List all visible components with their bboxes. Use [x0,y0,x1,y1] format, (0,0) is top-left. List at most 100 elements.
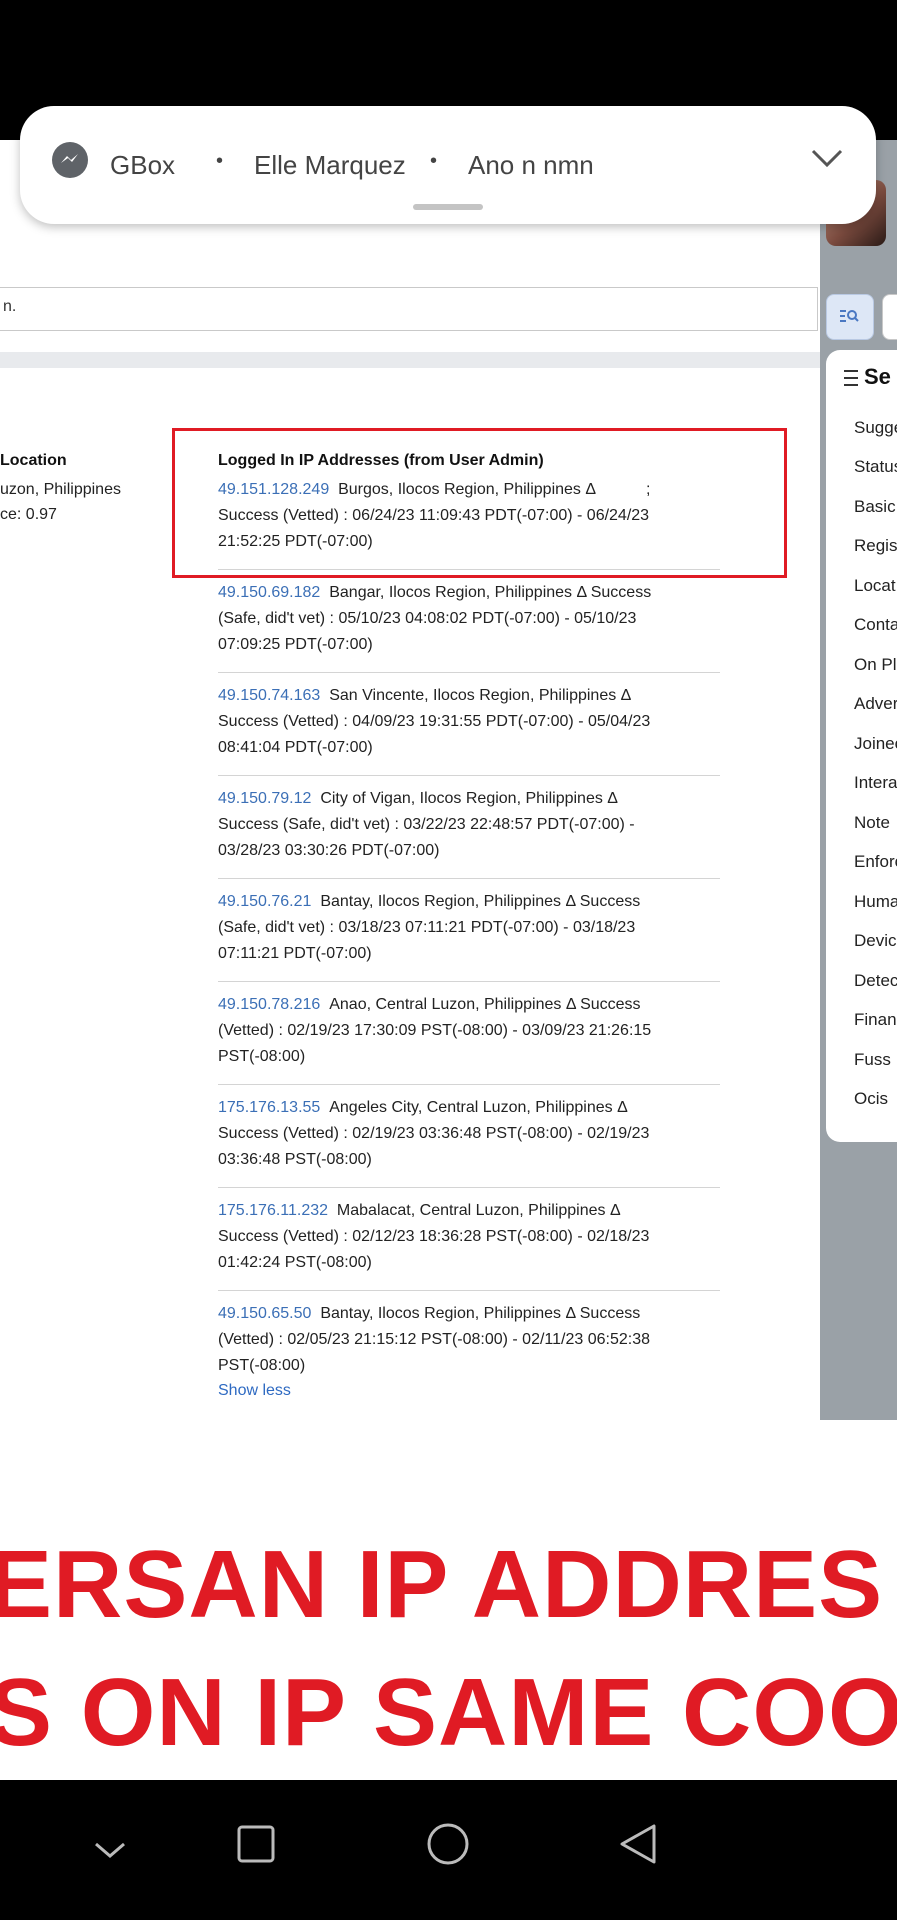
recents-icon[interactable] [236,1824,276,1864]
ip-status: Success (Safe, did't vet) : 03/22/23 22:… [218,816,635,833]
ip-location: San Vincente, Ilocos Region, Philippines… [329,687,632,704]
separator-dot: • [430,150,438,172]
divider [218,878,720,879]
ip-location: Bantay, Ilocos Region, Philippines Δ Suc… [320,1305,641,1322]
ip-entry: 175.176.11.232 Mabalacat, Central Luzon,… [218,1198,720,1276]
ip-link[interactable]: 49.150.79.12 [218,790,311,807]
secondary-tool-button[interactable] [882,294,897,340]
separator-dot: • [216,150,224,172]
chat-notification[interactable]: GBox • Elle Marquez • Ano n nmn [20,106,876,224]
ip-status: Success (Vetted) : 04/09/23 19:31:55 PDT… [218,713,651,730]
side-item[interactable]: Basic [854,497,896,517]
home-icon[interactable] [426,1822,470,1866]
side-item[interactable]: Joinec [854,734,897,754]
ip-location: Mabalacat, Central Luzon, Philippines Δ [336,1202,621,1219]
messenger-icon [52,142,88,178]
side-item[interactable]: Huma [854,892,897,912]
divider [218,569,720,570]
section-divider [0,352,820,368]
location-value: uzon, Philippines [0,481,121,498]
ip-status-end: 03/28/23 03:30:26 PDT(-07:00) [218,842,440,859]
drag-handle[interactable] [413,204,483,210]
location-header: Location [0,452,67,469]
location-confidence: ce: 0.97 [0,506,57,523]
ip-status-end: 03:36:48 PST(-08:00) [218,1151,372,1168]
ip-status: (Vetted) : 02/19/23 17:30:09 PST(-08:00)… [218,1022,652,1039]
ip-entry: 49.150.65.50 Bantay, Ilocos Region, Phil… [218,1301,720,1379]
side-item[interactable]: Adver [854,694,897,714]
side-item[interactable]: Detec [854,971,897,991]
caption-line-1: ERSAN IP ADDRES [0,1531,884,1638]
side-item[interactable]: Sugge [854,418,897,438]
ip-link[interactable]: 49.150.69.182 [218,584,320,601]
side-item[interactable]: Devic [854,931,897,951]
ip-status: (Safe, did't vet) : 03/18/23 07:11:21 PD… [218,919,636,936]
caption-banner: ERSAN IP ADDRES S ON IP SAME COO [0,1420,897,1780]
ip-link[interactable]: 49.151.128.249 [218,481,329,498]
ip-status-end: PST(-08:00) [218,1357,306,1374]
side-item[interactable]: Status [854,457,897,477]
ip-mark: ; [646,481,651,498]
side-item[interactable]: Note [854,813,890,833]
side-item[interactable]: On Pla [854,655,897,675]
notification-app: GBox [110,150,176,180]
ip-status-end: 08:41:04 PDT(-07:00) [218,739,373,756]
ip-entry: 49.150.76.21 Bantay, Ilocos Region, Phil… [218,889,720,967]
ip-entry: 49.150.69.182 Bangar, Ilocos Region, Phi… [218,580,720,658]
side-item[interactable]: Financ [854,1010,897,1030]
divider [218,775,720,776]
side-item[interactable]: Enforc [854,852,897,872]
ip-location: Bantay, Ilocos Region, Philippines Δ Suc… [320,893,641,910]
ip-status-end: 07:11:21 PDT(-07:00) [218,945,372,962]
divider [218,1084,720,1085]
side-item[interactable]: Fuss [854,1050,891,1070]
notification-sender: Elle Marquez [254,150,406,180]
ip-location: Angeles City, Central Luzon, Philippines… [329,1099,628,1116]
ip-entry: 49.150.79.12 City of Vigan, Ilocos Regio… [218,786,720,864]
side-item[interactable]: Ocis [854,1089,888,1109]
ip-status: (Vetted) : 02/05/23 21:15:12 PST(-08:00)… [218,1331,650,1348]
chevron-down-icon[interactable] [92,1838,128,1862]
ip-link[interactable]: 49.150.76.21 [218,893,311,910]
ip-status: Success (Vetted) : 06/24/23 11:09:43 PDT… [218,507,650,524]
ip-entry: 49.151.128.249 Burgos, Ilocos Region, Ph… [218,477,720,555]
caption-line-2: S ON IP SAME COO [0,1659,897,1766]
ip-link[interactable]: 175.176.13.55 [218,1099,320,1116]
divider [218,981,720,982]
ip-link[interactable]: 49.150.65.50 [218,1305,311,1322]
admin-page: n. Location uzon, Philippines ce: 0.97 L… [0,140,820,1420]
divider [218,1187,720,1188]
back-icon[interactable] [618,1822,658,1866]
search-tool-button[interactable] [826,294,874,340]
side-item[interactable]: Intera [854,773,897,793]
ip-link[interactable]: 49.150.78.216 [218,996,320,1013]
ip-location: Burgos, Ilocos Region, Philippines Δ [338,481,597,498]
side-item[interactable]: Conta [854,615,897,635]
ip-link[interactable]: 175.176.11.232 [218,1202,328,1219]
ip-status-end: 07:09:25 PDT(-07:00) [218,636,373,653]
ip-status-end: PST(-08:00) [218,1048,306,1065]
ip-entry: 175.176.13.55 Angeles City, Central Luzo… [218,1095,720,1173]
ip-entry: 49.150.78.216 Anao, Central Luzon, Phili… [218,992,720,1070]
show-less-link[interactable]: Show less [218,1382,291,1400]
search-input[interactable]: n. [0,287,818,331]
ip-section-header: Logged In IP Addresses (from User Admin) [218,452,544,469]
chevron-down-icon[interactable] [810,146,844,170]
ip-location: Bangar, Ilocos Region, Philippines Δ Suc… [329,584,652,601]
side-item[interactable]: Regist [854,536,897,556]
ip-status: Success (Vetted) : 02/19/23 03:36:48 PST… [218,1125,650,1142]
ip-status: Success (Vetted) : 02/12/23 18:36:28 PST… [218,1228,650,1245]
ip-link[interactable]: 49.150.74.163 [218,687,320,704]
divider [218,672,720,673]
search-list-icon [840,310,859,322]
side-panel: Se Sugge Status Basic Regist Locat Conta… [826,350,897,1142]
ip-status: (Safe, did't vet) : 05/10/23 04:08:02 PD… [218,610,637,627]
ip-entry: 49.150.74.163 San Vincente, Ilocos Regio… [218,683,720,761]
ip-location: Anao, Central Luzon, Philippines Δ Succe… [329,996,641,1013]
search-input-value: n. [3,298,17,315]
side-item[interactable]: Locat [854,576,896,596]
ip-location: City of Vigan, Ilocos Region, Philippine… [320,790,618,807]
navigation-bar [0,1780,897,1920]
list-icon [844,370,858,387]
notification-message: Ano n nmn [468,150,594,180]
